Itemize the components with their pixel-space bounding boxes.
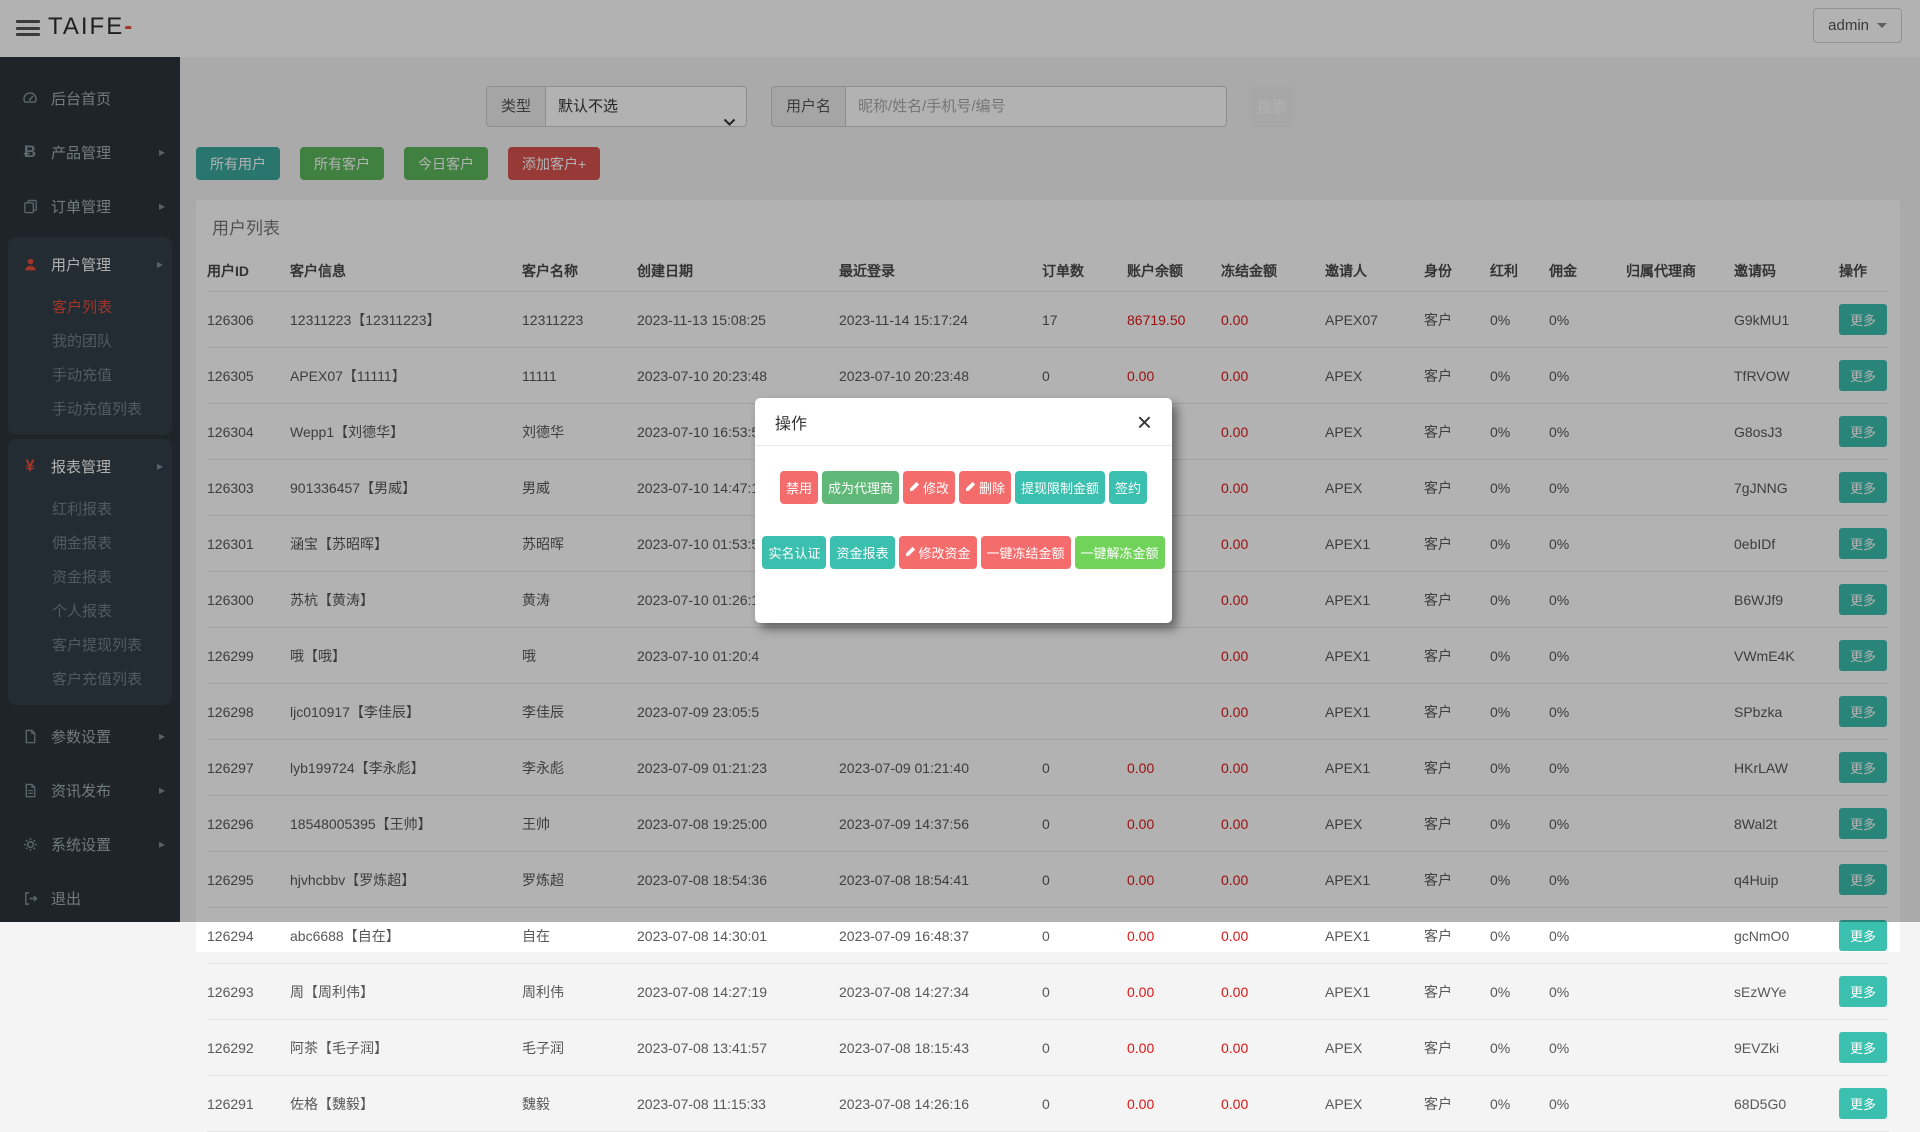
edit-button[interactable]: 修改 xyxy=(903,471,955,504)
cell-commission: 0% xyxy=(1549,1020,1626,1076)
realname-auth-button[interactable]: 实名认证 xyxy=(762,536,826,569)
more-button[interactable]: 更多 xyxy=(1839,976,1887,1007)
cell-bonus: 0% xyxy=(1490,1076,1549,1132)
disable-button-label: 禁用 xyxy=(786,478,812,497)
delete-button-label: 删除 xyxy=(979,478,1005,497)
actions-modal: 操作 × 禁用成为代理商 修改 删除提现限制金额签约 实名认证资金报表 修改资金一键冻… xyxy=(755,398,1172,623)
edit-button-label: 修改 xyxy=(923,478,949,497)
admin-panel-page: { "header": { "logo_text": "TAIFE", "log… xyxy=(0,0,1920,922)
sign-button[interactable]: 签约 xyxy=(1109,471,1147,504)
cell-commission: 0% xyxy=(1549,964,1626,1020)
cell-role: 客户 xyxy=(1424,1076,1490,1132)
withdraw-limit-button-label: 提现限制金额 xyxy=(1021,478,1099,497)
cell-last-login: 2023-07-08 18:15:43 xyxy=(839,1020,1042,1076)
cell-name: 魏毅 xyxy=(522,1076,637,1132)
cell-actions: 更多 xyxy=(1839,1076,1889,1132)
cell-role: 客户 xyxy=(1424,1020,1490,1076)
become-agent-button-label: 成为代理商 xyxy=(828,478,893,497)
cell-orders: 0 xyxy=(1042,1076,1127,1132)
edit-funds-button[interactable]: 修改资金 xyxy=(899,536,977,569)
freeze-amount-button-label: 一键冻结金额 xyxy=(987,543,1065,562)
withdraw-limit-button[interactable]: 提现限制金额 xyxy=(1015,471,1105,504)
cell-info: 佐格【魏毅】 xyxy=(290,1076,522,1132)
cell-code: sEzWYe xyxy=(1734,964,1839,1020)
sign-button-label: 签约 xyxy=(1115,478,1141,497)
funds-report-button-label: 资金报表 xyxy=(836,543,888,562)
cell-balance: 0.00 xyxy=(1127,1076,1221,1132)
pencil-icon xyxy=(909,480,920,495)
cell-agent xyxy=(1626,1020,1734,1076)
cell-role: 客户 xyxy=(1424,964,1490,1020)
cell-id: 126291 xyxy=(207,1076,290,1132)
cell-commission: 0% xyxy=(1549,1076,1626,1132)
cell-actions: 更多 xyxy=(1839,964,1889,1020)
unfreeze-amount-button[interactable]: 一键解冻金额 xyxy=(1075,536,1165,569)
cell-id: 126292 xyxy=(207,1020,290,1076)
disable-button[interactable]: 禁用 xyxy=(780,471,818,504)
close-icon[interactable]: × xyxy=(1137,412,1152,432)
cell-frozen: 0.00 xyxy=(1221,1076,1325,1132)
cell-last-login: 2023-07-08 14:27:34 xyxy=(839,964,1042,1020)
cell-name: 毛子润 xyxy=(522,1020,637,1076)
cell-info: 周【周利伟】 xyxy=(290,964,522,1020)
cell-frozen: 0.00 xyxy=(1221,964,1325,1020)
cell-agent xyxy=(1626,964,1734,1020)
cell-inviter: APEX1 xyxy=(1325,964,1424,1020)
cell-last-login: 2023-07-08 14:26:16 xyxy=(839,1076,1042,1132)
pencil-icon xyxy=(965,480,976,495)
cell-frozen: 0.00 xyxy=(1221,1020,1325,1076)
cell-created: 2023-07-08 13:41:57 xyxy=(637,1020,839,1076)
cell-code: 68D5G0 xyxy=(1734,1076,1839,1132)
more-button[interactable]: 更多 xyxy=(1839,1032,1887,1063)
pencil-icon xyxy=(905,545,916,560)
cell-code: 9EVZki xyxy=(1734,1020,1839,1076)
delete-button[interactable]: 删除 xyxy=(959,471,1011,504)
cell-info: 阿茶【毛子润】 xyxy=(290,1020,522,1076)
cell-orders: 0 xyxy=(1042,1020,1127,1076)
cell-balance: 0.00 xyxy=(1127,964,1221,1020)
cell-bonus: 0% xyxy=(1490,1020,1549,1076)
cell-name: 周利伟 xyxy=(522,964,637,1020)
modal-header: 操作 × xyxy=(755,398,1172,446)
modal-body: 禁用成为代理商 修改 删除提现限制金额签约 实名认证资金报表 修改资金一键冻结金额一键… xyxy=(755,446,1172,569)
edit-funds-button-label: 修改资金 xyxy=(919,543,971,562)
more-button[interactable]: 更多 xyxy=(1839,920,1887,951)
cell-bonus: 0% xyxy=(1490,964,1549,1020)
cell-inviter: APEX xyxy=(1325,1076,1424,1132)
cell-orders: 0 xyxy=(1042,964,1127,1020)
cell-agent xyxy=(1626,1076,1734,1132)
more-button[interactable]: 更多 xyxy=(1839,1088,1887,1119)
table-row: 126291佐格【魏毅】魏毅2023-07-08 11:15:332023-07… xyxy=(207,1076,1889,1132)
realname-auth-button-label: 实名认证 xyxy=(768,543,820,562)
unfreeze-amount-button-label: 一键解冻金额 xyxy=(1081,543,1159,562)
modal-actions-row-1: 禁用成为代理商 修改 删除提现限制金额签约 xyxy=(767,471,1160,504)
freeze-amount-button[interactable]: 一键冻结金额 xyxy=(981,536,1071,569)
cell-created: 2023-07-08 11:15:33 xyxy=(637,1076,839,1132)
cell-inviter: APEX xyxy=(1325,1020,1424,1076)
modal-actions-row-2: 实名认证资金报表 修改资金一键冻结金额一键解冻金额 xyxy=(767,536,1160,569)
cell-created: 2023-07-08 14:27:19 xyxy=(637,964,839,1020)
table-row: 126292阿茶【毛子润】毛子润2023-07-08 13:41:572023-… xyxy=(207,1020,1889,1076)
table-row: 126293周【周利伟】周利伟2023-07-08 14:27:192023-0… xyxy=(207,964,1889,1020)
cell-id: 126293 xyxy=(207,964,290,1020)
become-agent-button[interactable]: 成为代理商 xyxy=(822,471,899,504)
modal-title: 操作 xyxy=(775,410,807,434)
funds-report-button[interactable]: 资金报表 xyxy=(830,536,894,569)
cell-balance: 0.00 xyxy=(1127,1020,1221,1076)
cell-actions: 更多 xyxy=(1839,1020,1889,1076)
